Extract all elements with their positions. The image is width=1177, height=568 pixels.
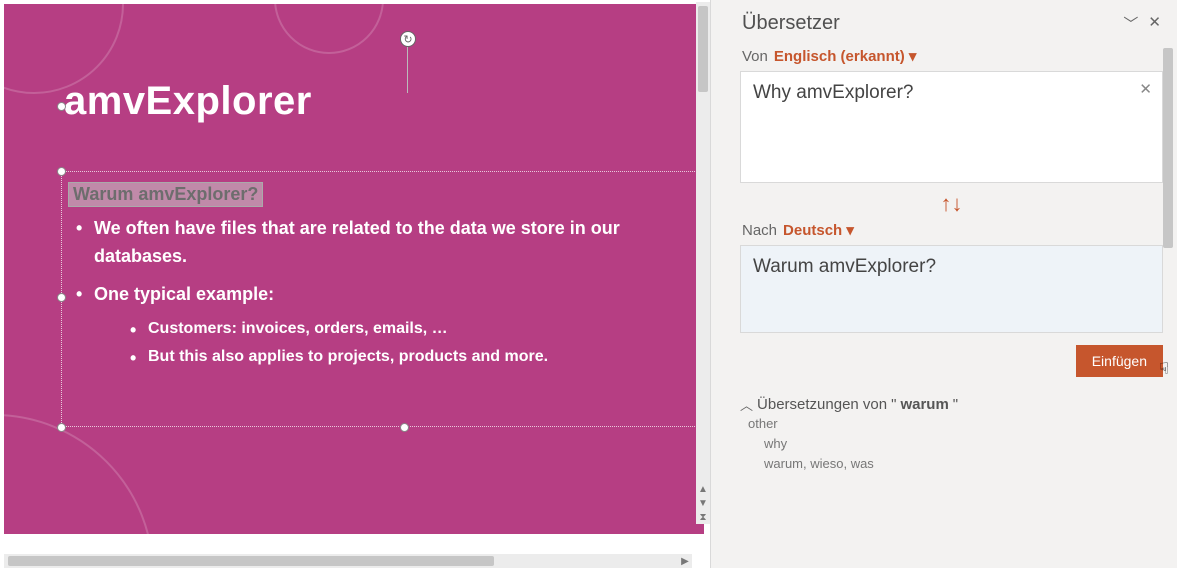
vertical-scrollbar[interactable]: ▲ ▼ ⧗ — [696, 2, 710, 524]
rotate-stem — [407, 47, 408, 93]
chevron-up-icon: ︿ — [740, 395, 753, 414]
clear-icon[interactable]: ✕ — [1139, 80, 1152, 98]
from-language-picker[interactable]: Englisch (erkannt) ▾ — [774, 47, 917, 65]
pane-header: Übersetzer ﹀ ✕ — [740, 8, 1163, 45]
highlighted-text[interactable]: Warum amvExplorer? — [68, 182, 263, 207]
selection-handle[interactable] — [57, 102, 66, 111]
source-textarea[interactable]: Why amvExplorer? ✕ — [740, 71, 1163, 183]
to-language-picker[interactable]: Deutsch ▾ — [783, 221, 854, 239]
content-textbox[interactable]: Warum amvExplorer? We often have files t… — [61, 171, 701, 427]
bullet-item[interactable]: One typical example: Customers: invoices… — [68, 281, 700, 371]
dictionary-section: ︿ Übersetzungen von "warum" other why wa… — [740, 395, 1163, 474]
to-language-row: Nach Deutsch ▾ — [742, 221, 1161, 239]
insert-button[interactable]: Einfügen — [1076, 345, 1163, 377]
slide-title[interactable]: amvExplorer — [64, 79, 312, 124]
dict-category: other — [740, 414, 1163, 434]
selection-handle[interactable] — [57, 293, 66, 302]
scroll-down-icon[interactable]: ▼ — [696, 496, 710, 510]
selection-handle[interactable] — [400, 423, 409, 432]
scrollbar-thumb[interactable] — [1163, 48, 1173, 248]
sub-bullet-item[interactable]: But this also applies to projects, produ… — [128, 343, 700, 371]
scrollbar-thumb[interactable] — [698, 6, 708, 92]
scroll-more-icon[interactable]: ⧗ — [696, 510, 710, 524]
deco-circle — [274, 4, 384, 54]
bullet-item[interactable]: We often have files that are related to … — [68, 215, 700, 271]
pane-divider — [710, 0, 726, 568]
slide[interactable]: amvExplorer Warum amvExplorer? We often … — [4, 4, 704, 534]
to-language: Deutsch — [783, 222, 842, 239]
horizontal-scrollbar[interactable]: ▶ — [4, 554, 692, 568]
from-language-row: Von Englisch (erkannt) ▾ — [742, 47, 1161, 65]
pane-title: Übersetzer — [742, 12, 840, 35]
dict-en: why — [740, 434, 1163, 454]
target-textbox[interactable]: Warum amvExplorer? — [740, 245, 1163, 333]
deco-circle — [4, 414, 154, 534]
swap-languages-icon[interactable]: ↑↓ — [941, 191, 963, 217]
rotate-handle-icon[interactable] — [400, 31, 416, 47]
selection-handle[interactable] — [57, 423, 66, 432]
selection-handle[interactable] — [57, 167, 66, 176]
target-text: Warum amvExplorer? — [753, 256, 936, 277]
translator-pane: Übersetzer ﹀ ✕ Von Englisch (erkannt) ▾ … — [726, 0, 1177, 568]
chevron-down-icon: ▾ — [846, 222, 854, 239]
scroll-right-icon[interactable]: ▶ — [678, 554, 692, 568]
close-icon[interactable]: ✕ — [1148, 13, 1161, 34]
from-label: Von — [742, 48, 768, 65]
source-text: Why amvExplorer? — [753, 82, 914, 103]
dictionary-header[interactable]: ︿ Übersetzungen von "warum" — [740, 395, 1163, 414]
scrollbar-thumb[interactable] — [8, 556, 494, 566]
dict-prefix: Übersetzungen von — [757, 396, 887, 413]
dict-de: warum, wieso, was — [740, 454, 1163, 474]
to-label: Nach — [742, 222, 777, 239]
sub-bullet-item[interactable]: Customers: invoices, orders, emails, … — [128, 315, 700, 343]
chevron-down-icon[interactable]: ﹀ — [1123, 13, 1138, 34]
chevron-down-icon: ▾ — [909, 48, 917, 65]
bullet-text: One typical example: — [94, 284, 274, 304]
slide-canvas[interactable]: amvExplorer Warum amvExplorer? We often … — [0, 0, 710, 568]
scroll-up-icon[interactable]: ▲ — [696, 482, 710, 496]
from-language: Englisch (erkannt) — [774, 48, 905, 65]
vertical-scrollbar[interactable] — [1161, 42, 1175, 562]
dict-word: warum — [900, 396, 948, 413]
